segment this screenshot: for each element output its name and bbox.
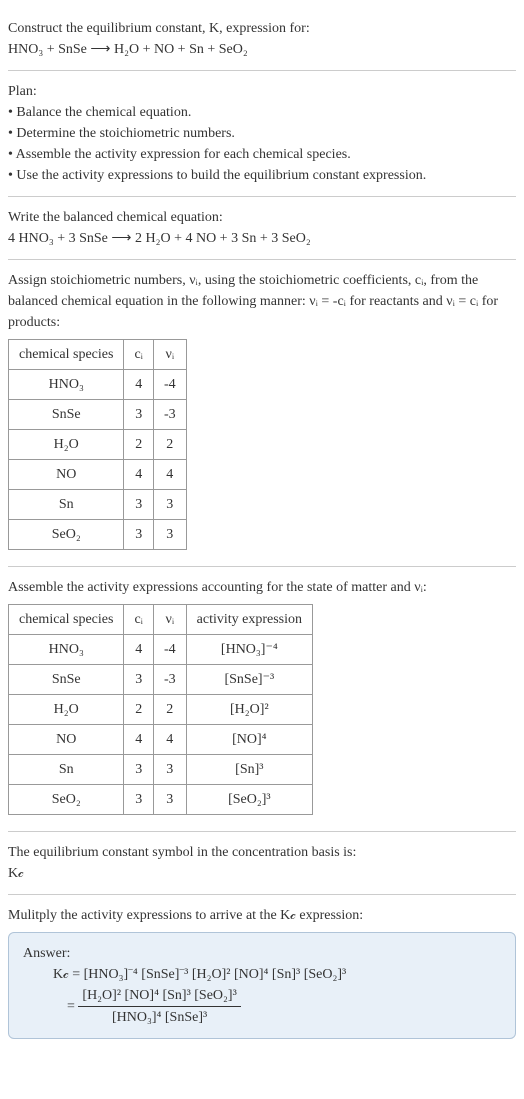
table-row: NO44[NO]⁴ xyxy=(9,725,313,755)
col-header: activity expression xyxy=(186,605,312,635)
cell: 2 xyxy=(153,695,186,725)
fraction: [H₂O]² [NO]⁴ [Sn]³ [SeO₂]³ [HNO₃]⁴ [SnSe… xyxy=(78,985,240,1028)
cell: [HNO₃]⁻⁴ xyxy=(186,635,312,665)
symbol-section: The equilibrium constant symbol in the c… xyxy=(8,832,516,895)
cell: 3 xyxy=(153,520,186,550)
title: Construct the equilibrium constant, K, e… xyxy=(8,18,516,39)
cell: 4 xyxy=(124,370,154,400)
cell: -3 xyxy=(153,665,186,695)
cell: 4 xyxy=(124,460,154,490)
cell: Sn xyxy=(9,490,124,520)
balanced-title: Write the balanced chemical equation: xyxy=(8,207,516,228)
denominator: [HNO₃]⁴ [SnSe]³ xyxy=(78,1007,240,1028)
cell: 3 xyxy=(153,490,186,520)
col-header: cᵢ xyxy=(124,605,154,635)
table-row: SeO₂33[SeO₂]³ xyxy=(9,785,313,815)
cell: Sn xyxy=(9,755,124,785)
col-header: νᵢ xyxy=(153,605,186,635)
symbol-text: The equilibrium constant symbol in the c… xyxy=(8,842,516,863)
table-row: H₂O22 xyxy=(9,430,187,460)
cell: 3 xyxy=(124,490,154,520)
plan-item: • Balance the chemical equation. xyxy=(8,102,516,123)
cell: 3 xyxy=(124,665,154,695)
col-header: cᵢ xyxy=(124,340,154,370)
table-row: SnSe3-3 xyxy=(9,400,187,430)
activity-table: chemical species cᵢ νᵢ activity expressi… xyxy=(8,604,313,815)
table-header-row: chemical species cᵢ νᵢ activity expressi… xyxy=(9,605,313,635)
cell: 2 xyxy=(124,430,154,460)
multiply-title: Mulitply the activity expressions to arr… xyxy=(8,905,516,926)
balanced-section: Write the balanced chemical equation: 4 … xyxy=(8,197,516,260)
activity-section: Assemble the activity expressions accoun… xyxy=(8,567,516,832)
symbol-kc: K𝒸 xyxy=(8,863,516,884)
answer-line2: = [H₂O]² [NO]⁴ [Sn]³ [SeO₂]³ [HNO₃]⁴ [Sn… xyxy=(53,985,501,1028)
col-header: νᵢ xyxy=(153,340,186,370)
cell: [Sn]³ xyxy=(186,755,312,785)
cell: NO xyxy=(9,725,124,755)
cell: 3 xyxy=(124,520,154,550)
cell: SnSe xyxy=(9,400,124,430)
cell: [H₂O]² xyxy=(186,695,312,725)
table-row: Sn33[Sn]³ xyxy=(9,755,313,785)
cell: 4 xyxy=(153,725,186,755)
stoich-table: chemical species cᵢ νᵢ HNO₃4-4 SnSe3-3 H… xyxy=(8,339,187,550)
cell: HNO₃ xyxy=(9,635,124,665)
table-row: HNO₃4-4 xyxy=(9,370,187,400)
plan-item: • Assemble the activity expression for e… xyxy=(8,144,516,165)
cell: [SeO₂]³ xyxy=(186,785,312,815)
answer-label: Answer: xyxy=(23,943,501,964)
table-row: SeO₂33 xyxy=(9,520,187,550)
table-row: NO44 xyxy=(9,460,187,490)
table-header-row: chemical species cᵢ νᵢ xyxy=(9,340,187,370)
cell: 2 xyxy=(153,430,186,460)
cell: SeO₂ xyxy=(9,785,124,815)
cell: [SnSe]⁻³ xyxy=(186,665,312,695)
cell: H₂O xyxy=(9,695,124,725)
stoich-section: Assign stoichiometric numbers, νᵢ, using… xyxy=(8,260,516,567)
unbalanced-equation: HNO₃ + SnSe ⟶ H₂O + NO + Sn + SeO₂ xyxy=(8,39,516,60)
cell: 3 xyxy=(124,400,154,430)
plan-item: • Determine the stoichiometric numbers. xyxy=(8,123,516,144)
equals-sign: = xyxy=(67,999,75,1014)
cell: 3 xyxy=(124,755,154,785)
stoich-intro: Assign stoichiometric numbers, νᵢ, using… xyxy=(8,270,516,333)
cell: 3 xyxy=(153,755,186,785)
cell: SeO₂ xyxy=(9,520,124,550)
header-section: Construct the equilibrium constant, K, e… xyxy=(8,8,516,71)
answer-equation: K𝒸 = [HNO₃]⁻⁴ [SnSe]⁻³ [H₂O]² [NO]⁴ [Sn]… xyxy=(53,964,501,1028)
plan-title: Plan: xyxy=(8,81,516,102)
multiply-section: Mulitply the activity expressions to arr… xyxy=(8,895,516,1049)
table-row: SnSe3-3[SnSe]⁻³ xyxy=(9,665,313,695)
cell: NO xyxy=(9,460,124,490)
plan-item: • Use the activity expressions to build … xyxy=(8,165,516,186)
cell: [NO]⁴ xyxy=(186,725,312,755)
cell: H₂O xyxy=(9,430,124,460)
cell: 3 xyxy=(124,785,154,815)
numerator: [H₂O]² [NO]⁴ [Sn]³ [SeO₂]³ xyxy=(78,985,240,1007)
table-row: Sn33 xyxy=(9,490,187,520)
table-row: H₂O22[H₂O]² xyxy=(9,695,313,725)
balanced-equation: 4 HNO₃ + 3 SnSe ⟶ 2 H₂O + 4 NO + 3 Sn + … xyxy=(8,228,516,249)
cell: 3 xyxy=(153,785,186,815)
cell: 2 xyxy=(124,695,154,725)
cell: HNO₃ xyxy=(9,370,124,400)
cell: 4 xyxy=(153,460,186,490)
cell: 4 xyxy=(124,635,154,665)
cell: 4 xyxy=(124,725,154,755)
plan-section: Plan: • Balance the chemical equation. •… xyxy=(8,71,516,197)
cell: SnSe xyxy=(9,665,124,695)
answer-line1: K𝒸 = [HNO₃]⁻⁴ [SnSe]⁻³ [H₂O]² [NO]⁴ [Sn]… xyxy=(53,964,501,985)
answer-box: Answer: K𝒸 = [HNO₃]⁻⁴ [SnSe]⁻³ [H₂O]² [N… xyxy=(8,932,516,1039)
cell: -3 xyxy=(153,400,186,430)
cell: -4 xyxy=(153,635,186,665)
col-header: chemical species xyxy=(9,605,124,635)
col-header: chemical species xyxy=(9,340,124,370)
table-row: HNO₃4-4[HNO₃]⁻⁴ xyxy=(9,635,313,665)
cell: -4 xyxy=(153,370,186,400)
activity-intro: Assemble the activity expressions accoun… xyxy=(8,577,516,598)
